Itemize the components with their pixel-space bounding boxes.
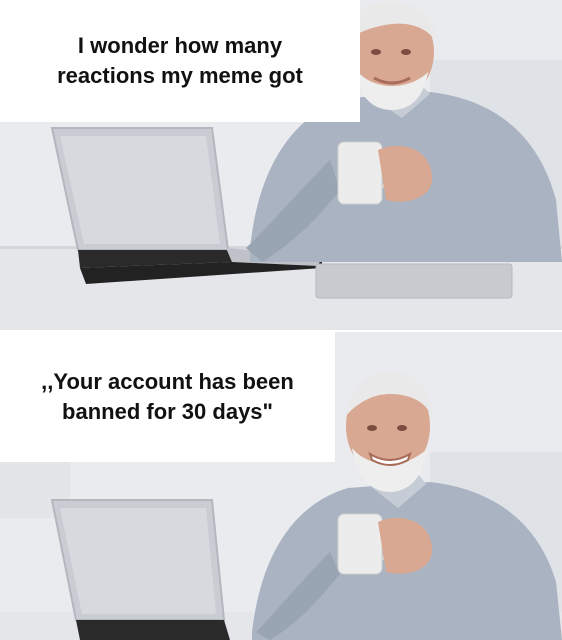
caption-top: I wonder how many reactions my meme got bbox=[57, 33, 303, 88]
caption-box-bottom: ,,Your account has been banned for 30 da… bbox=[0, 332, 335, 462]
caption-bottom: ,,Your account has been banned for 30 da… bbox=[41, 369, 294, 424]
laptop-icon bbox=[50, 499, 230, 640]
keyboard bbox=[315, 263, 513, 299]
meme-panel-top: I wonder how many reactions my meme got bbox=[0, 0, 562, 330]
caption-box-top: I wonder how many reactions my meme got bbox=[0, 0, 360, 122]
meme-panel-bottom: ,,Your account has been banned for 30 da… bbox=[0, 332, 562, 640]
